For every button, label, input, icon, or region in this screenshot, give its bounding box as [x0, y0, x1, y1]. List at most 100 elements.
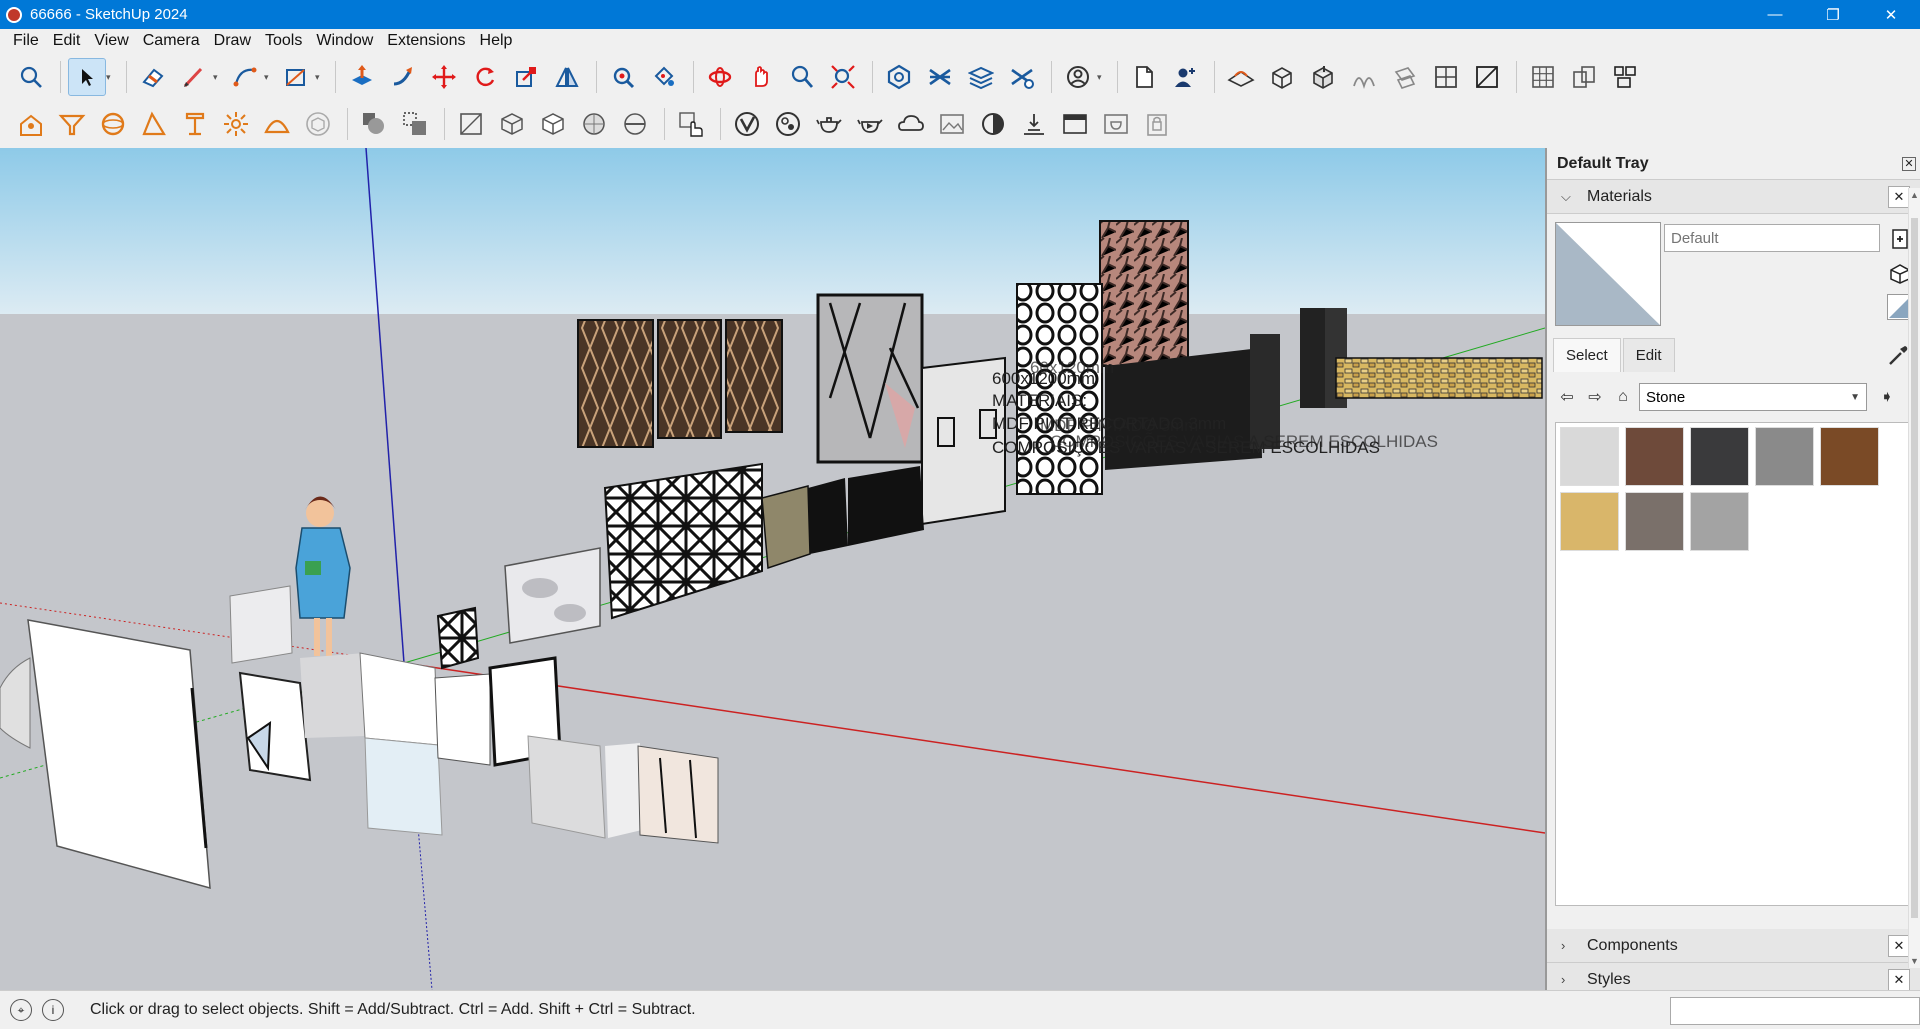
cube-gray-icon[interactable] — [299, 105, 337, 143]
render-region-icon[interactable] — [1056, 105, 1094, 143]
lightmix-icon[interactable] — [974, 105, 1012, 143]
eyedropper-icon[interactable] — [1883, 342, 1911, 370]
pencil-icon[interactable] — [175, 58, 213, 96]
drape-icon[interactable] — [1386, 58, 1424, 96]
swatch-item[interactable] — [1690, 427, 1749, 486]
sandbox-scratch-icon[interactable] — [1263, 58, 1301, 96]
3d-warehouse-icon[interactable] — [880, 58, 918, 96]
chevron-down-icon[interactable]: ▾ — [213, 72, 223, 83]
lock-icon[interactable] — [1138, 105, 1176, 143]
new-file-icon[interactable] — [1125, 58, 1163, 96]
geo-location-icon[interactable]: ⌖ — [10, 999, 32, 1021]
swatch-item[interactable] — [1560, 492, 1619, 551]
select-icon[interactable] — [68, 58, 106, 96]
chevron-down-icon[interactable]: ▾ — [315, 72, 325, 83]
teapot-batch-icon[interactable] — [1097, 105, 1135, 143]
eraser-icon[interactable] — [134, 58, 172, 96]
swatch-item[interactable] — [1690, 492, 1749, 551]
close-button[interactable]: ✕ — [1862, 0, 1920, 29]
components-panel-header[interactable]: › Components ✕ — [1547, 929, 1920, 963]
swatch-item[interactable] — [1755, 427, 1814, 486]
style-hidden-line-icon[interactable] — [534, 105, 572, 143]
sphere-icon[interactable] — [94, 105, 132, 143]
layers-icon[interactable] — [962, 58, 1000, 96]
vray-icon[interactable] — [728, 105, 766, 143]
sun-icon[interactable] — [217, 105, 255, 143]
components-close-icon[interactable]: ✕ — [1888, 934, 1910, 957]
styles-close-icon[interactable]: ✕ — [1888, 968, 1910, 991]
restore-button[interactable]: ❐ — [1804, 0, 1862, 29]
lamp-icon[interactable] — [176, 105, 214, 143]
zoom-icon[interactable] — [783, 58, 821, 96]
account-icon[interactable] — [1059, 58, 1097, 96]
scene-eye-icon[interactable] — [1606, 58, 1644, 96]
arc-icon[interactable] — [226, 58, 264, 96]
tray-scrollbar[interactable]: ▲ ▼ — [1908, 188, 1920, 968]
back-arrow-icon[interactable]: ⇦ — [1555, 385, 1579, 409]
swatch-item[interactable] — [1560, 427, 1619, 486]
swatch-item[interactable] — [1625, 427, 1684, 486]
pan-icon[interactable] — [742, 58, 780, 96]
solid-subtract-icon[interactable] — [396, 105, 434, 143]
vray-asset-icon[interactable] — [769, 105, 807, 143]
zoom-extents-icon[interactable] — [824, 58, 862, 96]
scroll-down-icon[interactable]: ▼ — [1910, 956, 1919, 966]
teapot-interactive-icon[interactable] — [851, 105, 889, 143]
funnel-icon[interactable] — [53, 105, 91, 143]
house-sun-icon[interactable] — [12, 105, 50, 143]
menu-view[interactable]: View — [87, 32, 135, 50]
follow-me-icon[interactable] — [384, 58, 422, 96]
dome-icon[interactable] — [258, 105, 296, 143]
tab-select[interactable]: Select — [1553, 338, 1621, 372]
component-copies-icon[interactable] — [1565, 58, 1603, 96]
menu-extensions[interactable]: Extensions — [380, 32, 472, 50]
swatch-item[interactable] — [1625, 492, 1684, 551]
style-wireframe-icon[interactable] — [493, 105, 531, 143]
move-icon[interactable] — [425, 58, 463, 96]
smoove-icon[interactable] — [1304, 58, 1342, 96]
scroll-up-icon[interactable]: ▲ — [1910, 190, 1919, 200]
light-gen-icon[interactable] — [1015, 105, 1053, 143]
menu-draw[interactable]: Draw — [207, 32, 258, 50]
frame-buffer-icon[interactable] — [933, 105, 971, 143]
add-detail-icon[interactable] — [1427, 58, 1465, 96]
extension-warehouse-icon[interactable] — [921, 58, 959, 96]
3d-viewport[interactable]: 600x1200mm MATERIAIS: MDF PINT RECORTADO… — [0, 148, 1545, 990]
teapot-render-icon[interactable] — [810, 105, 848, 143]
tape-measure-icon[interactable] — [604, 58, 642, 96]
orbit-icon[interactable] — [701, 58, 739, 96]
style-xray-icon[interactable] — [452, 105, 490, 143]
materials-close-icon[interactable]: ✕ — [1888, 185, 1910, 208]
instructor-info-icon[interactable]: i — [42, 999, 64, 1021]
menu-window[interactable]: Window — [309, 32, 380, 50]
swatch-item[interactable] — [1820, 427, 1879, 486]
push-pull-icon[interactable] — [343, 58, 381, 96]
menu-tools[interactable]: Tools — [258, 32, 309, 50]
flip-edge-icon[interactable] — [1468, 58, 1506, 96]
search-icon[interactable] — [12, 58, 50, 96]
home-icon[interactable]: ⌂ — [1611, 385, 1635, 409]
minimize-button[interactable]: — — [1746, 0, 1804, 29]
style-shaded-icon[interactable] — [575, 105, 613, 143]
rectangle-icon[interactable] — [277, 58, 315, 96]
cone-icon[interactable] — [135, 105, 173, 143]
tab-edit[interactable]: Edit — [1622, 338, 1675, 372]
style-textured-icon[interactable] — [616, 105, 654, 143]
chevron-down-icon[interactable]: ▾ — [264, 72, 274, 83]
menu-help[interactable]: Help — [473, 32, 520, 50]
chevron-down-icon[interactable]: ▾ — [106, 72, 116, 83]
grid-icon[interactable] — [1524, 58, 1562, 96]
collection-dropdown[interactable]: Stone ▼ — [1639, 383, 1867, 411]
scale-icon[interactable] — [507, 58, 545, 96]
materials-panel-header[interactable]: ⌵ Materials ✕ — [1547, 180, 1920, 214]
solid-union-icon[interactable] — [355, 105, 393, 143]
scrollbar-thumb[interactable] — [1911, 218, 1918, 918]
menu-edit[interactable]: Edit — [46, 32, 88, 50]
add-user-icon[interactable] — [1166, 58, 1204, 96]
forward-arrow-icon[interactable]: ⇨ — [1583, 385, 1607, 409]
stamp-icon[interactable] — [1345, 58, 1383, 96]
flip-icon[interactable] — [548, 58, 586, 96]
paint-bucket-icon[interactable] — [645, 58, 683, 96]
material-name-input[interactable] — [1664, 224, 1880, 252]
details-arrow-icon[interactable]: ➧ — [1875, 385, 1899, 409]
